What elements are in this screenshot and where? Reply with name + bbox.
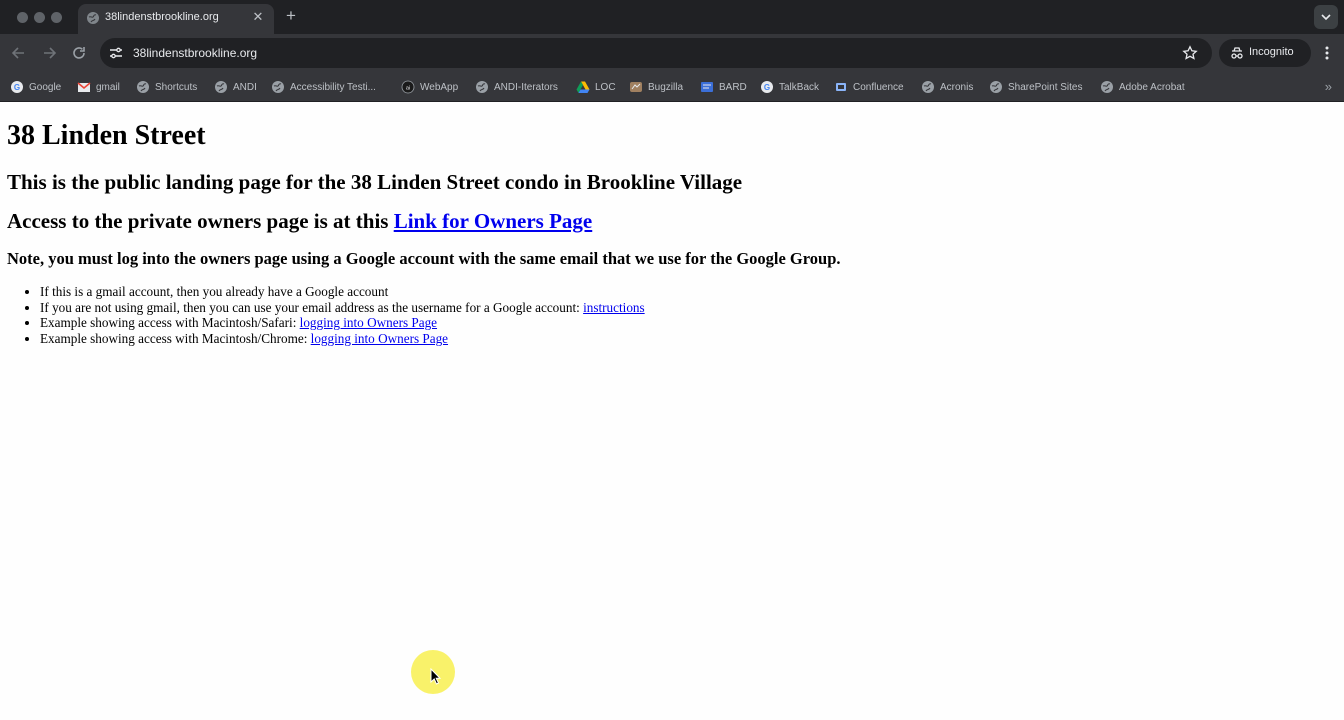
owners-access-heading: Access to the private owners page is at …	[7, 209, 592, 234]
bookmark-label: LOC	[595, 81, 616, 93]
bookmark-sharepoint-sites[interactable]: SharePoint Sites	[989, 78, 1083, 96]
incognito-indicator[interactable]: Incognito	[1219, 39, 1311, 67]
bookmark-label: Adobe Acrobat	[1119, 81, 1185, 93]
svg-text:ai: ai	[406, 86, 410, 92]
google-icon: G	[761, 81, 773, 93]
globe-icon	[272, 81, 284, 93]
bookmark-label: Acronis	[940, 81, 974, 93]
instructions-list: If this is a gmail account, then you alr…	[40, 284, 645, 346]
list-item: If this is a gmail account, then you alr…	[40, 284, 645, 300]
forward-arrow-icon[interactable]	[39, 43, 59, 63]
safari-login-link[interactable]: logging into Owners Page	[300, 315, 437, 330]
gmail-icon	[77, 82, 91, 92]
globe-icon	[215, 81, 227, 93]
login-note: Note, you must log into the owners page …	[7, 249, 841, 268]
bookmark-accessibility-testing[interactable]: Accessibility Testi...	[271, 78, 376, 96]
bookmark-shortcuts[interactable]: Shortcuts	[136, 78, 197, 96]
bookmark-label: ANDI	[233, 81, 257, 93]
list-item-text: Example showing access with Macintosh/Ch…	[40, 330, 311, 346]
bookmark-label: Confluence	[853, 81, 904, 93]
bard-icon	[701, 82, 713, 92]
bugzilla-icon	[630, 82, 642, 92]
confluence-icon	[836, 83, 846, 91]
bookmark-acronis[interactable]: Acronis	[921, 78, 973, 96]
minimize-window-button[interactable]	[34, 12, 45, 23]
bookmark-label: BARD	[719, 81, 747, 93]
browser-toolbar: 38lindenstbrookline.org Incognito	[0, 34, 1344, 72]
bookmark-label: Accessibility Testi...	[290, 81, 376, 93]
bookmark-confluence[interactable]: Confluence	[834, 78, 904, 96]
bookmark-bugzilla[interactable]: Bugzilla	[629, 78, 683, 96]
page-subtitle: This is the public landing page for the …	[7, 170, 743, 194]
close-window-button[interactable]	[17, 12, 28, 23]
bookmark-label: SharePoint Sites	[1008, 81, 1083, 93]
bookmark-star-icon[interactable]	[1182, 45, 1198, 61]
web-page-content: 38 Linden Street This is the public land…	[0, 102, 1344, 720]
more-menu-icon[interactable]	[1318, 43, 1336, 63]
webapp-icon: ai	[401, 80, 415, 94]
globe-icon	[1101, 81, 1113, 93]
list-item: Example showing access with Macintosh/Sa…	[40, 315, 645, 331]
tab-search-button[interactable]	[1314, 5, 1338, 29]
browser-tab[interactable]: 38lindenstbrookline.org ✕	[78, 4, 274, 34]
globe-icon	[476, 81, 488, 93]
list-item: Example showing access with Macintosh/Ch…	[40, 331, 645, 347]
bookmark-label: ANDI-Iterators	[494, 81, 558, 93]
bookmark-label: gmail	[96, 81, 120, 93]
drive-icon	[576, 81, 590, 93]
bookmark-gmail[interactable]: gmail	[77, 78, 120, 96]
incognito-label: Incognito	[1249, 46, 1294, 58]
svg-text:G: G	[14, 83, 20, 92]
mouse-pointer-icon	[430, 668, 442, 685]
owners-access-text: Access to the private owners page is at …	[7, 209, 394, 233]
more-bookmarks-chevron-icon[interactable]: »	[1325, 78, 1332, 96]
tab-title: 38lindenstbrookline.org	[105, 11, 219, 23]
globe-icon	[137, 81, 149, 93]
incognito-icon	[1231, 47, 1243, 59]
list-item-text: If this is a gmail account, then you alr…	[40, 284, 389, 299]
bookmark-talkback[interactable]: G TalkBack	[760, 78, 819, 96]
svg-text:G: G	[764, 83, 770, 92]
address-bar[interactable]: 38lindenstbrookline.org	[100, 38, 1212, 68]
maximize-window-button[interactable]	[51, 12, 62, 23]
bookmarks-bar: G Google gmail Shortcuts ANDI Accessibil…	[0, 72, 1344, 102]
bookmark-webapp[interactable]: ai WebApp	[401, 78, 458, 96]
list-item-text: Example showing access with Macintosh/Sa…	[40, 315, 300, 331]
url-text: 38lindenstbrookline.org	[133, 46, 258, 60]
page-title: 38 Linden Street	[7, 120, 206, 151]
site-settings-icon[interactable]	[108, 45, 124, 61]
chrome-login-link[interactable]: logging into Owners Page	[311, 331, 448, 346]
bookmark-loc[interactable]: LOC	[576, 78, 616, 96]
list-item: If you are not using gmail, then you can…	[40, 300, 645, 316]
bookmark-andi[interactable]: ANDI	[214, 78, 257, 96]
globe-icon	[990, 81, 1002, 93]
globe-icon	[87, 12, 99, 24]
bookmark-adobe-acrobat[interactable]: Adobe Acrobat	[1100, 78, 1185, 96]
instructions-link[interactable]: instructions	[583, 300, 645, 315]
bookmark-google[interactable]: G Google	[10, 78, 61, 96]
reload-icon[interactable]	[69, 43, 89, 63]
chevron-down-icon	[1321, 14, 1331, 21]
bookmark-bard[interactable]: BARD	[700, 78, 747, 96]
globe-icon	[922, 81, 934, 93]
list-item-text: If you are not using gmail, then you can…	[40, 299, 584, 315]
bookmark-andi-iterators[interactable]: ANDI-Iterators	[475, 78, 558, 96]
back-arrow-icon[interactable]	[9, 43, 29, 63]
bookmark-label: Shortcuts	[155, 81, 198, 93]
bookmark-label: TalkBack	[779, 81, 820, 93]
tab-strip: 38lindenstbrookline.org ✕ +	[0, 0, 1344, 34]
google-icon: G	[11, 81, 23, 93]
bookmark-label: Bugzilla	[648, 81, 684, 93]
owners-page-link[interactable]: Link for Owners Page	[394, 209, 593, 233]
new-tab-button[interactable]: +	[282, 6, 300, 26]
bookmark-label: Google	[29, 81, 62, 93]
close-tab-icon[interactable]: ✕	[250, 9, 266, 25]
bookmark-label: WebApp	[420, 81, 459, 93]
